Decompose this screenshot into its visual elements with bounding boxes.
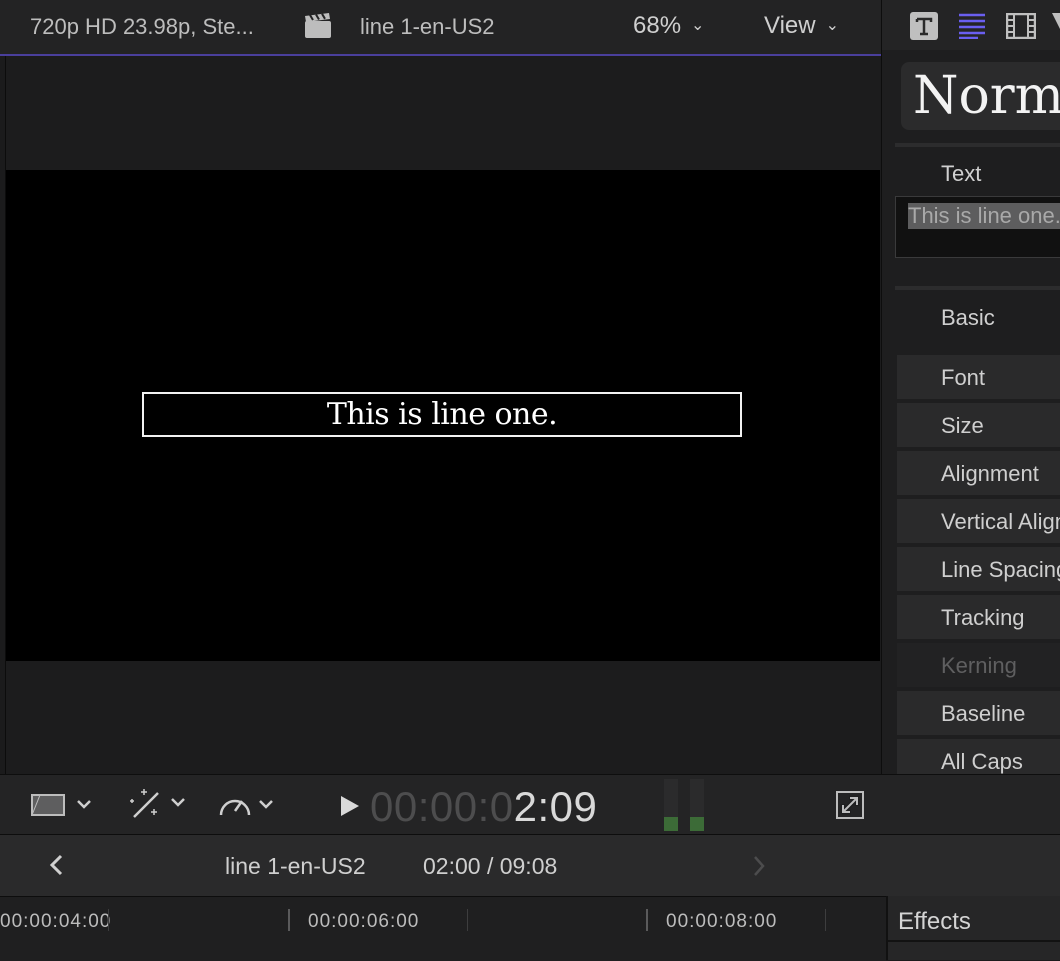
view-menu-label: View [764, 12, 816, 39]
view-mode-icon[interactable] [30, 791, 96, 824]
timecode-bright: 2:09 [513, 783, 598, 830]
ruler-tick [825, 909, 826, 931]
timeline-ruler[interactable]: 00:00:04:00 00:00:06:00 00:00:08:00 [0, 896, 886, 961]
chevron-right-icon[interactable] [752, 855, 766, 882]
property-label: Line Spacing [941, 557, 1060, 582]
property-label: Size [941, 413, 984, 438]
inspector-panel: Normal Text This is line one. Basic Font… [881, 0, 1060, 834]
ruler-tick [108, 909, 109, 931]
audio-meter-right [690, 779, 704, 831]
property-label: Vertical Alignment [941, 509, 1060, 534]
caption-box[interactable]: This is line one. [142, 392, 742, 437]
text-inspector-icon[interactable] [909, 11, 939, 46]
ruler-label: 00:00:04:00 [0, 911, 112, 932]
project-format-label[interactable]: 720p HD 23.98p, Ste... [30, 14, 254, 40]
property-tracking[interactable]: Tracking [897, 595, 1060, 639]
timecode-display[interactable]: 00:00:02:09 [370, 783, 597, 831]
view-menu[interactable]: View ⌄ [764, 12, 839, 40]
audio-meter-left [664, 779, 678, 831]
property-label: Alignment [941, 461, 1039, 486]
caption-text: This is line one. [326, 397, 558, 432]
property-vertical-alignment[interactable]: Vertical Alignment [897, 499, 1060, 543]
timeline-clip-name: line 1-en-US2 [225, 853, 366, 879]
ruler-tick [646, 909, 648, 931]
effects-label[interactable]: Effects [898, 908, 971, 936]
viewer-clip-name: line 1-en-US2 [360, 14, 495, 39]
divider [895, 286, 1060, 290]
property-baseline[interactable]: Baseline [897, 691, 1060, 735]
property-kerning: Kerning [897, 643, 1060, 687]
text-section-header[interactable]: Text [941, 161, 981, 187]
property-label: Tracking [941, 605, 1025, 630]
caption-text-field[interactable]: This is line one. [895, 196, 1060, 258]
style-preset-preview[interactable]: Normal [901, 62, 1060, 130]
viewer-toolbar: 720p HD 23.98p, Ste... line 1-en-US2 68%… [0, 0, 881, 56]
property-alignment[interactable]: Alignment [897, 451, 1060, 495]
video-inspector-icon[interactable] [1005, 12, 1037, 44]
ruler-label: 00:00:06:00 [308, 911, 420, 932]
timeline-header: line 1-en-US2 02:00 / 09:08 [0, 834, 1060, 897]
fullscreen-icon[interactable] [836, 791, 864, 824]
chevron-down-icon: ⌄ [825, 17, 839, 34]
zoom-value: 68% [633, 12, 682, 39]
clapperboard-icon [304, 13, 332, 45]
property-label: All Caps [941, 749, 1023, 774]
filter-inspector-icon[interactable] [1052, 12, 1060, 43]
zoom-menu[interactable]: 68% ⌄ [633, 12, 704, 40]
property-label: Font [941, 365, 986, 390]
effects-browser: Effects [886, 896, 1060, 960]
paragraph-inspector-icon[interactable] [958, 13, 986, 44]
property-line-spacing[interactable]: Line Spacing [897, 547, 1060, 591]
chevron-left-icon[interactable] [48, 853, 64, 882]
timeline-position: 02:00 / 09:08 [423, 853, 558, 879]
property-label: Baseline [941, 701, 1026, 726]
property-font[interactable]: Font [897, 355, 1060, 399]
caption-text-value: This is line one. [908, 203, 1060, 229]
ruler-tick [288, 909, 290, 931]
basic-section-header[interactable]: Basic [941, 305, 995, 331]
ruler-tick [467, 909, 468, 931]
speed-gauge-icon[interactable] [218, 789, 276, 826]
play-icon[interactable] [340, 795, 360, 822]
ruler-label: 00:00:08:00 [666, 911, 778, 932]
property-size[interactable]: Size [897, 403, 1060, 447]
property-label: Kerning [941, 653, 1017, 678]
viewer-controls: 00:00:02:09 [0, 774, 881, 835]
magic-wand-icon[interactable] [128, 787, 188, 826]
inspector-footer [881, 774, 1060, 835]
chevron-down-icon: ⌄ [691, 17, 705, 34]
inspector-tabs [882, 0, 1060, 50]
divider [895, 143, 1060, 147]
timecode-dim: 00:00:0 [370, 783, 514, 830]
divider [888, 940, 1060, 942]
